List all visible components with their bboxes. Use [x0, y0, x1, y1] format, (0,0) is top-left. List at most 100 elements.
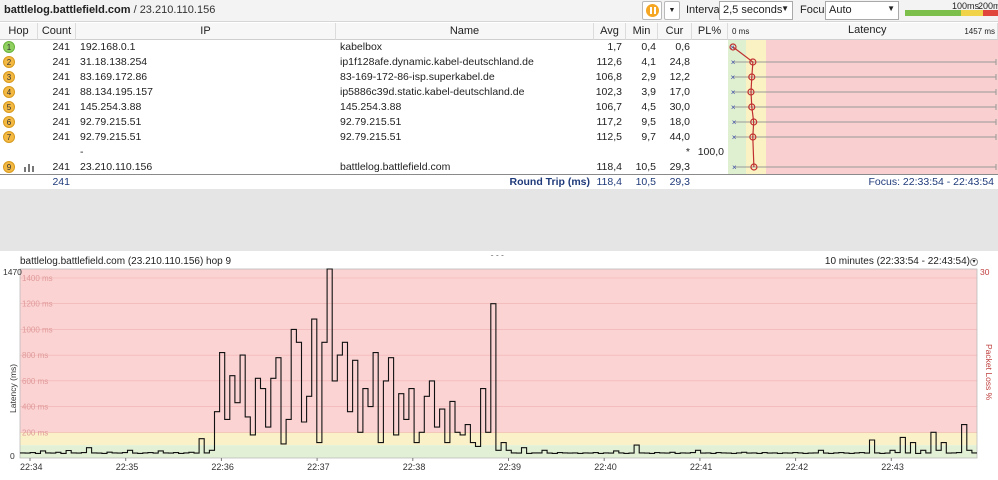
title-separator: /	[130, 4, 140, 16]
latency-mini-graph: ××××××××	[728, 40, 998, 174]
title-host: battlelog.battlefield.com	[4, 4, 131, 16]
pause-button[interactable]	[642, 1, 662, 20]
cell-min: 4,1	[641, 56, 656, 68]
y-zero-label: 0	[10, 451, 15, 461]
pause-icon	[646, 4, 659, 17]
cell-count: 241	[52, 131, 70, 143]
col-count[interactable]: Count	[38, 23, 76, 40]
cell-count: 241	[52, 86, 70, 98]
latency-max-label: 1457 ms	[964, 27, 995, 36]
cell-avg: 106,7	[595, 101, 622, 113]
cell-min: 4,5	[641, 101, 656, 113]
y-grid-label: 1200 ms	[22, 300, 53, 309]
title-ip: 23.210.110.156	[139, 4, 216, 16]
cell-ip: 83.169.172.86	[80, 71, 148, 83]
scale-red	[983, 10, 998, 16]
y-grid-label: 800 ms	[22, 351, 48, 360]
cell-pl: 100,0	[697, 146, 724, 158]
cell-ip: 31.18.138.254	[80, 56, 148, 68]
col-hop[interactable]: Hop	[0, 23, 38, 40]
x-tick-label: 22:42	[786, 462, 809, 472]
cell-name: battlelog.battlefield.com	[340, 161, 451, 173]
hop-badge: 3	[3, 71, 15, 83]
focus-select[interactable]: Auto ▼	[825, 1, 899, 20]
col-ip[interactable]: IP	[76, 23, 336, 40]
table-row[interactable]: 2 241 31.18.138.254 ip1f128afe.dynamic.kabe…	[0, 55, 728, 70]
y-axis-label: Latency (ms)	[8, 364, 18, 413]
y-grid-label: 200 ms	[22, 428, 48, 437]
chevron-down-icon[interactable]: ▾	[970, 258, 978, 266]
table-row[interactable]: 5 241 145.254.3.88 145.254.3.88 106,7 4,5 30,0	[0, 100, 728, 115]
y2-max-label: 30	[980, 267, 990, 277]
window-title: battlelog.battlefield.com / 23.210.110.1…	[4, 4, 215, 16]
col-avg[interactable]: Avg	[594, 23, 626, 40]
footer-avg: 118,4	[596, 176, 623, 188]
cell-cur: 29,3	[669, 161, 690, 173]
table-row[interactable]: 9 241 23.210.110.156 battlelog.battlefield.…	[0, 160, 728, 175]
cell-name: 145.254.3.88	[340, 101, 402, 113]
latency-min-label: 0 ms	[732, 27, 750, 36]
table-row[interactable]: 1 241 192.168.0.1 kabelbox 1,7 0,4 0,6	[0, 40, 728, 55]
cur-marker: ×	[732, 118, 737, 127]
hop-badge: 1	[3, 41, 15, 53]
cell-avg: 1,7	[607, 41, 622, 53]
x-tick-label: 22:35	[116, 462, 139, 472]
cell-name: 92.79.215.51	[340, 131, 402, 143]
interval-value: 2,5 seconds	[723, 4, 783, 16]
hop-badge: 6	[3, 116, 15, 128]
chevron-down-icon: ▼	[887, 4, 895, 13]
y-max-label: 1470	[3, 267, 22, 277]
cell-count: 241	[52, 116, 70, 128]
cell-count: 241	[52, 101, 70, 113]
cell-avg: 106,8	[595, 71, 622, 83]
footer-count: 241	[52, 176, 70, 188]
latency-chart: 1400 ms 1200 ms 1000 ms 800 ms 600 ms 400 ms 2…	[3, 267, 994, 472]
hop-badge: 7	[3, 131, 15, 143]
cell-avg: 118,4	[596, 161, 623, 173]
col-min[interactable]: Min	[626, 23, 658, 40]
col-pl[interactable]: PL%	[692, 23, 728, 40]
hop-badge: 5	[3, 101, 15, 113]
empty-panel	[0, 189, 998, 251]
cell-name: kabelbox	[340, 41, 383, 53]
table-row[interactable]: 4 241 88.134.195.157 ip5886c39d.static.kabe…	[0, 85, 728, 100]
cell-ip: 92.79.215.51	[80, 116, 142, 128]
cell-name: 83-169-172-86-isp.superkabel.de	[340, 71, 495, 83]
x-tick-label: 22:40	[594, 462, 617, 472]
hop-badge: 9	[3, 161, 15, 173]
cell-ip: -	[80, 146, 84, 158]
y-grid-label: 600 ms	[22, 377, 48, 386]
zone-red	[20, 269, 977, 433]
cell-cur: 17,0	[669, 86, 690, 98]
footer-min: 10,5	[635, 176, 656, 188]
col-cur[interactable]: Cur	[658, 23, 692, 40]
x-tick-label: 22:36	[211, 462, 234, 472]
col-latency[interactable]: 0 ms Latency 1457 ms	[728, 23, 998, 40]
scale-green	[905, 10, 961, 16]
table-row[interactable]: 3 241 83.169.172.86 83-169-172-86-isp.super…	[0, 70, 728, 85]
table-row[interactable]: 7 241 92.79.215.51 92.79.215.51 112,5 9,7 44,0	[0, 130, 728, 145]
cell-ip: 145.254.3.88	[80, 101, 142, 113]
options-dropdown-button[interactable]: ▼	[664, 1, 680, 20]
cell-cur: 18,0	[669, 116, 690, 128]
cell-name: 92.79.215.51	[340, 116, 402, 128]
chevron-down-icon: ▼	[781, 4, 789, 13]
cell-cur: 24,8	[669, 56, 690, 68]
cell-avg: 112,5	[596, 131, 623, 143]
table-row[interactable]: - * 100,0	[0, 145, 728, 160]
cur-marker: ×	[731, 88, 736, 97]
y2-axis-label: Packet Loss %	[984, 344, 994, 401]
chevron-down-icon: ▼	[668, 7, 676, 14]
x-tick-label: 22:41	[690, 462, 713, 472]
hop-badge: 2	[3, 56, 15, 68]
cell-cur: 30,0	[669, 101, 690, 113]
cell-min: 9,7	[641, 131, 656, 143]
bar-chart-icon[interactable]	[24, 163, 34, 172]
cell-min: 3,9	[641, 86, 656, 98]
y-grid-label: 400 ms	[22, 403, 48, 412]
col-name[interactable]: Name	[336, 23, 594, 40]
cell-ip: 192.168.0.1	[80, 41, 136, 53]
interval-select[interactable]: 2,5 seconds ▼	[719, 1, 793, 20]
cell-avg: 117,2	[596, 116, 623, 128]
table-row[interactable]: 6 241 92.79.215.51 92.79.215.51 117,2 9,5 18,0	[0, 115, 728, 130]
